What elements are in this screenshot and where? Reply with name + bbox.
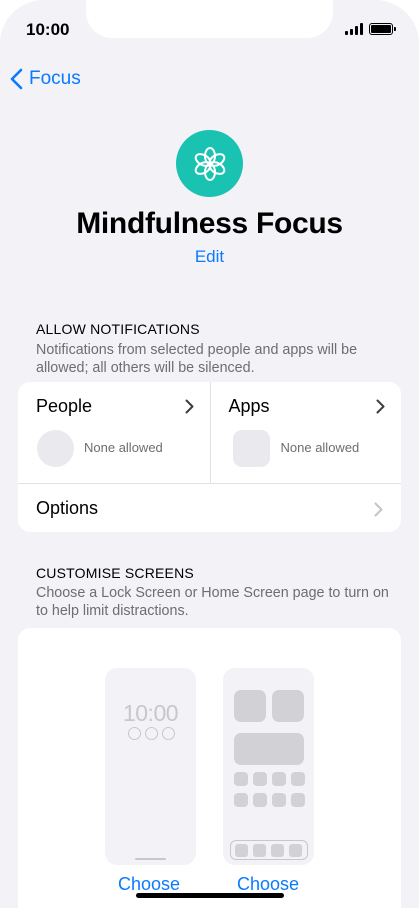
notch bbox=[86, 0, 333, 38]
people-apps-row: People None allowed Apps None allowed bbox=[18, 382, 401, 483]
app-icon bbox=[234, 772, 248, 786]
flower-icon bbox=[176, 130, 243, 197]
device-frame: 10:00 Focus Mindfulness Focus Edit ALLOW… bbox=[0, 0, 419, 908]
lock-screen-preview[interactable]: 10:00 bbox=[105, 668, 196, 865]
chevron-left-icon bbox=[10, 68, 23, 90]
back-label: Focus bbox=[29, 68, 81, 89]
app-icon bbox=[234, 793, 248, 807]
allow-notifications-card: People None allowed Apps None allowed Op… bbox=[18, 382, 401, 532]
people-label: People bbox=[36, 396, 93, 416]
widget-small bbox=[234, 690, 266, 722]
customise-screens-card: 10:00 Choose Choose bbox=[18, 628, 401, 908]
options-label: Options bbox=[36, 498, 99, 518]
allow-notifications-header: ALLOW NOTIFICATIONS bbox=[36, 321, 200, 337]
person-placeholder-icon bbox=[37, 430, 74, 467]
apps-cell[interactable]: Apps None allowed bbox=[209, 382, 402, 483]
app-icon bbox=[253, 844, 266, 857]
lock-screen-widgets bbox=[128, 727, 175, 740]
back-button[interactable]: Focus bbox=[10, 68, 81, 90]
allow-notifications-description: Notifications from selected people and a… bbox=[36, 342, 358, 376]
status-time: 10:00 bbox=[26, 20, 70, 39]
focus-title: Mindfulness Focus bbox=[76, 207, 343, 240]
app-icon bbox=[271, 844, 284, 857]
widget-small bbox=[272, 690, 304, 722]
chevron-right-icon bbox=[374, 502, 383, 517]
lock-screen-choose-button[interactable]: Choose bbox=[118, 874, 180, 895]
app-icon bbox=[253, 793, 267, 807]
app-icon bbox=[289, 844, 302, 857]
customise-screens-header: CUSTOMISE SCREENS bbox=[36, 565, 194, 581]
app-placeholder-icon bbox=[232, 430, 270, 467]
home-screen-preview[interactable] bbox=[223, 668, 314, 865]
app-icon bbox=[272, 793, 286, 807]
lock-screen-time: 10:00 bbox=[122, 700, 179, 726]
apps-status: None allowed bbox=[280, 440, 360, 455]
customise-screens-description: Choose a Lock Screen or Home Screen page… bbox=[36, 585, 389, 619]
app-icon bbox=[272, 772, 286, 786]
lock-screen-home-bar bbox=[135, 858, 166, 860]
app-icon bbox=[291, 793, 305, 807]
app-icon bbox=[253, 772, 267, 786]
battery-icon bbox=[369, 23, 396, 35]
chevron-right-icon bbox=[376, 399, 385, 414]
people-status: None allowed bbox=[84, 440, 163, 455]
widget-medium bbox=[234, 733, 304, 765]
people-cell[interactable]: People None allowed bbox=[18, 382, 210, 483]
status-icons bbox=[345, 23, 396, 35]
apps-label: Apps bbox=[228, 396, 270, 416]
home-indicator[interactable] bbox=[136, 893, 284, 898]
app-icon bbox=[291, 772, 305, 786]
chevron-right-icon bbox=[185, 399, 193, 414]
app-icon bbox=[235, 844, 248, 857]
edit-button[interactable]: Edit bbox=[0, 247, 419, 267]
options-row[interactable]: Options bbox=[18, 484, 401, 532]
screen: 10:00 Focus Mindfulness Focus Edit ALLOW… bbox=[0, 0, 419, 908]
cellular-signal-icon bbox=[345, 23, 363, 35]
home-screen-choose-button[interactable]: Choose bbox=[237, 874, 299, 895]
